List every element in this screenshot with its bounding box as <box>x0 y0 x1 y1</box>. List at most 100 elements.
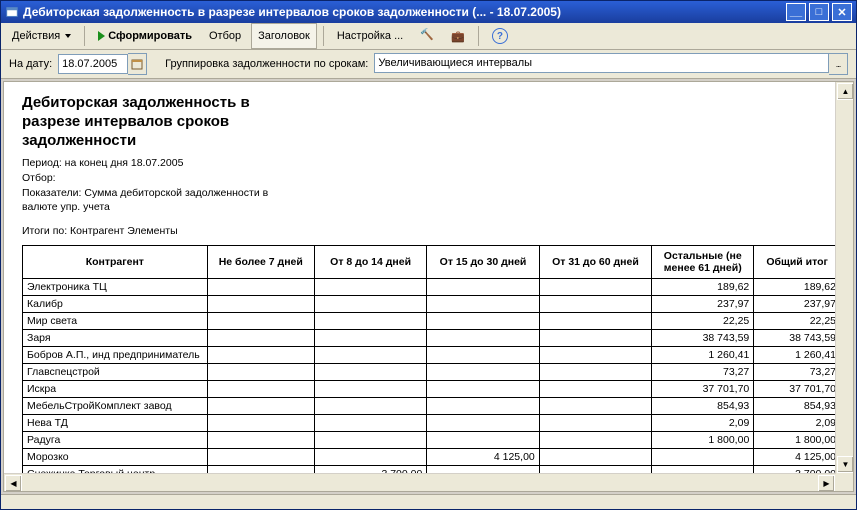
scroll-down-button[interactable]: ▼ <box>837 456 854 473</box>
tool2-button[interactable] <box>444 23 472 49</box>
settings-button[interactable]: Настройка ... <box>330 23 410 49</box>
table-row: Калибр 237,97 237,97 <box>23 296 841 313</box>
scroll-up-button[interactable]: ▲ <box>837 83 854 100</box>
cell-v6: 37 701,70 <box>754 381 841 398</box>
header-button[interactable]: Заголовок <box>251 23 317 49</box>
cell-v3 <box>427 398 539 415</box>
cell-name: Главспецстрой <box>23 364 208 381</box>
scrollbar-corner <box>836 474 853 491</box>
cell-name: Заря <box>23 330 208 347</box>
cell-v5: 73,27 <box>652 364 754 381</box>
titlebar: Дебиторская задолженность в разрезе инте… <box>1 1 856 23</box>
cell-v6: 22,25 <box>754 313 841 330</box>
cell-v4 <box>539 398 651 415</box>
cell-v1 <box>207 313 314 330</box>
col-period3: От 15 до 30 дней <box>427 246 539 279</box>
cell-name: Искра <box>23 381 208 398</box>
cell-v5: 189,62 <box>652 279 754 296</box>
close-button[interactable]: ✕ <box>832 3 852 21</box>
cell-v3 <box>427 279 539 296</box>
cell-v2 <box>314 432 426 449</box>
cell-v5: 237,97 <box>652 296 754 313</box>
suitcase-icon <box>451 30 465 43</box>
scroll-right-button[interactable]: ▶ <box>818 475 835 492</box>
calendar-button[interactable] <box>128 53 147 75</box>
data-table: Контрагент Не более 7 дней От 8 до 14 дн… <box>22 245 841 492</box>
cell-v5: 38 743,59 <box>652 330 754 347</box>
statusbar <box>1 494 856 509</box>
col-total: Общий итог <box>754 246 841 279</box>
cell-v4 <box>539 313 651 330</box>
help-icon: ? <box>492 28 508 44</box>
cell-v4 <box>539 279 651 296</box>
window-title: Дебиторская задолженность в разрезе инте… <box>23 5 786 19</box>
cell-v4 <box>539 364 651 381</box>
cell-v3 <box>427 415 539 432</box>
cell-v2 <box>314 381 426 398</box>
cell-v5: 2,09 <box>652 415 754 432</box>
actions-menu[interactable]: Действия <box>5 23 78 49</box>
col-period1: Не более 7 дней <box>207 246 314 279</box>
grouping-input[interactable] <box>374 53 829 73</box>
cell-v2 <box>314 347 426 364</box>
table-row: Морозко 4 125,00 4 125,00 <box>23 449 841 466</box>
cell-v5: 1 260,41 <box>652 347 754 364</box>
app-icon <box>5 5 19 19</box>
chevron-down-icon <box>65 34 71 38</box>
cell-v4 <box>539 449 651 466</box>
cell-name: Мир света <box>23 313 208 330</box>
maximize-button[interactable]: □ <box>809 3 829 21</box>
tool1-button[interactable] <box>413 23 441 49</box>
minimize-button[interactable]: __ <box>786 3 806 21</box>
cell-v4 <box>539 296 651 313</box>
cell-name: Электроника ТЦ <box>23 279 208 296</box>
cell-name: Калибр <box>23 296 208 313</box>
cell-v2 <box>314 279 426 296</box>
cell-v6: 2,09 <box>754 415 841 432</box>
date-input[interactable] <box>58 54 128 74</box>
cell-v5: 1 800,00 <box>652 432 754 449</box>
col-period4: От 31 до 60 дней <box>539 246 651 279</box>
scroll-left-button[interactable]: ◀ <box>5 475 22 492</box>
cell-v1 <box>207 279 314 296</box>
cell-v1 <box>207 296 314 313</box>
cell-v3 <box>427 313 539 330</box>
cell-v4 <box>539 347 651 364</box>
table-row: МебельСтройКомплект завод 854,93 854,93 <box>23 398 841 415</box>
cell-name: Морозко <box>23 449 208 466</box>
cell-v2 <box>314 398 426 415</box>
vertical-scrollbar[interactable]: ▲ ▼ <box>835 82 853 474</box>
cell-v3 <box>427 296 539 313</box>
report-area: Дебиторская задолженность в разрезе инте… <box>3 81 854 492</box>
date-label: На дату: <box>9 58 52 70</box>
report-meta: Период: на конец дня 18.07.2005 Отбор: П… <box>22 156 841 215</box>
cell-v6: 237,97 <box>754 296 841 313</box>
cell-v3 <box>427 432 539 449</box>
col-period5: Остальные (не менее 61 дней) <box>652 246 754 279</box>
horizontal-scrollbar[interactable]: ◀ ▶ <box>4 473 836 491</box>
table-row: Искра 37 701,70 37 701,70 <box>23 381 841 398</box>
play-icon <box>98 31 105 41</box>
cell-name: МебельСтройКомплект завод <box>23 398 208 415</box>
cell-v4 <box>539 330 651 347</box>
cell-v2 <box>314 415 426 432</box>
cell-name: Бобров А.П., инд предприниматель <box>23 347 208 364</box>
cell-v6: 854,93 <box>754 398 841 415</box>
cell-v1 <box>207 432 314 449</box>
cell-v6: 4 125,00 <box>754 449 841 466</box>
cell-v4 <box>539 415 651 432</box>
cell-v3 <box>427 364 539 381</box>
help-button[interactable]: ? <box>485 23 515 49</box>
params-bar: На дату: Группировка задолженности по ср… <box>1 50 856 79</box>
filter-button[interactable]: Отбор <box>202 23 248 49</box>
cell-v3 <box>427 347 539 364</box>
choose-button[interactable]: ... <box>829 53 848 75</box>
cell-v1 <box>207 415 314 432</box>
report-title: Дебиторская задолженность в разрезе инте… <box>22 94 841 150</box>
form-button[interactable]: Сформировать <box>91 23 199 49</box>
cell-v6: 1 800,00 <box>754 432 841 449</box>
cell-v1 <box>207 364 314 381</box>
toolbar: Действия Сформировать Отбор Заголовок На… <box>1 23 856 50</box>
col-period2: От 8 до 14 дней <box>314 246 426 279</box>
cell-v6: 189,62 <box>754 279 841 296</box>
